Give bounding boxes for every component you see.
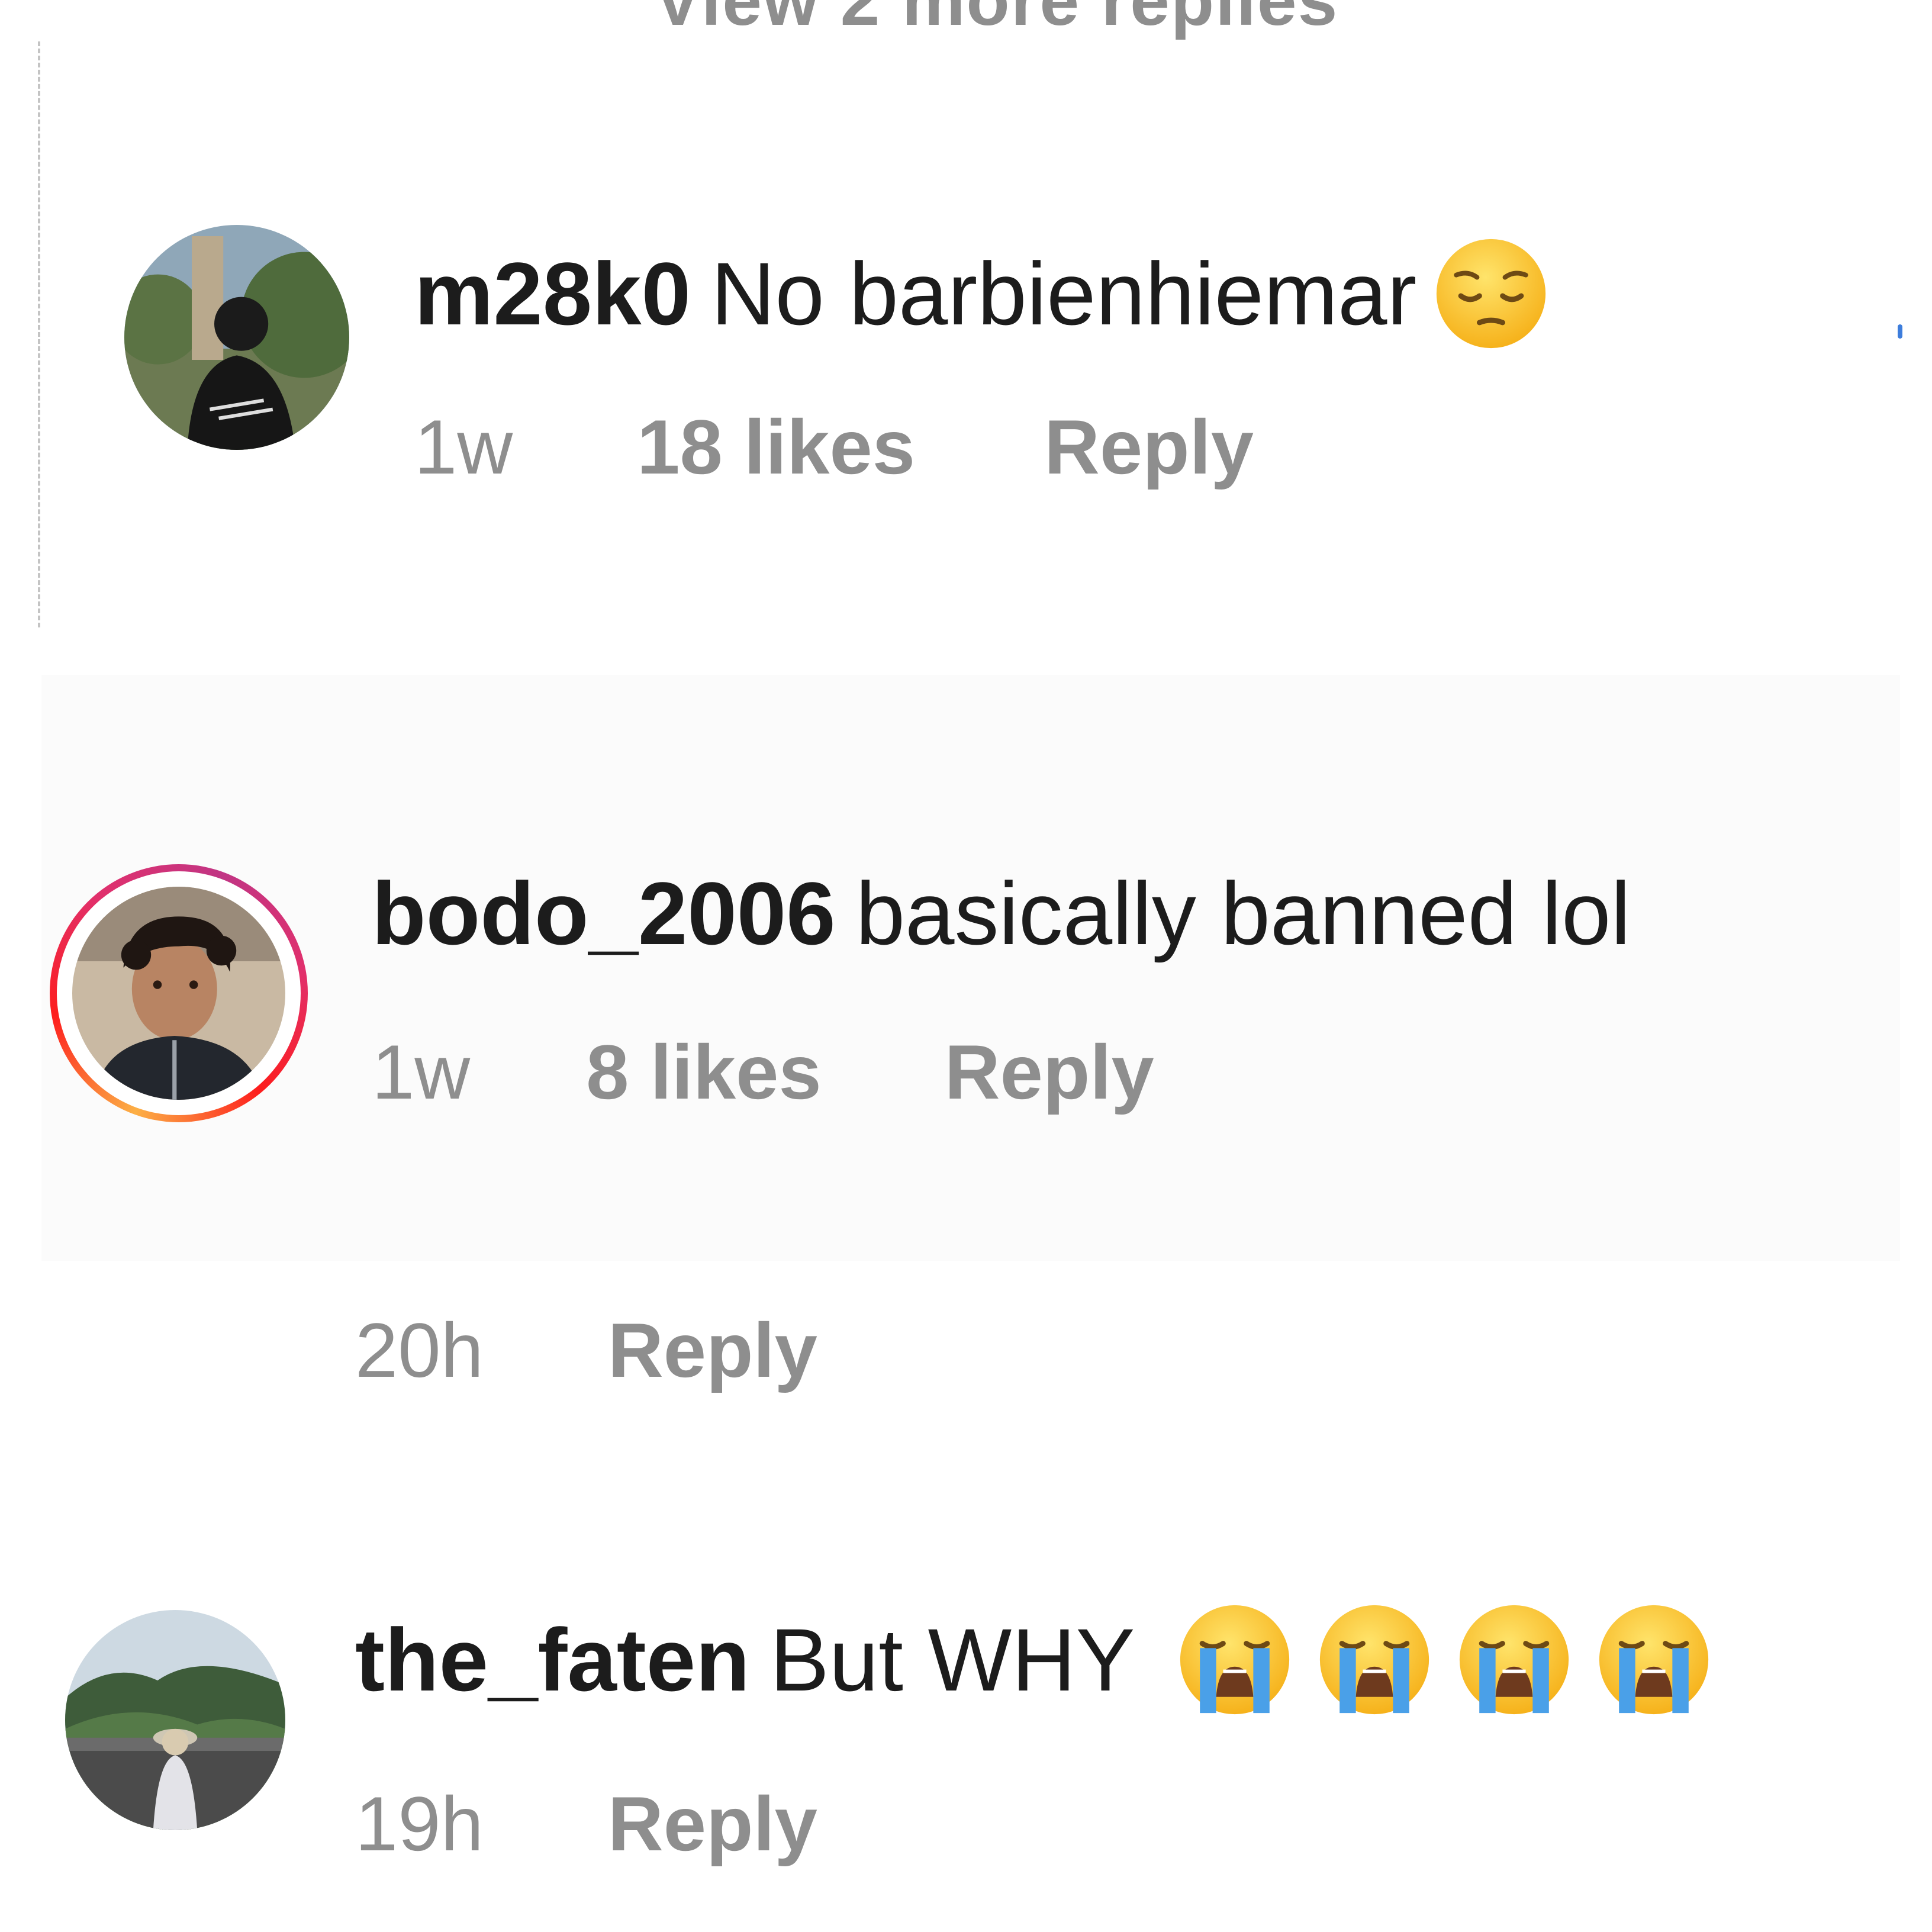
reply-button[interactable]: Reply <box>945 1033 1154 1110</box>
crying-face-icon <box>1316 1602 1432 1718</box>
avatar-the_faten[interactable] <box>65 1610 285 1830</box>
reply-button[interactable]: Reply <box>1044 408 1254 485</box>
comment-time: 1w <box>372 1029 471 1115</box>
crying-face-icon <box>1596 1602 1712 1718</box>
comment-text: basically banned lol <box>855 864 1631 963</box>
reply-button[interactable]: Reply <box>608 1312 817 1389</box>
comment-row-1: m28k0 No barbienhiemar <box>414 236 1549 352</box>
comment-row-2: bodo_2006 basically banned lol <box>372 869 1631 958</box>
comment-username[interactable]: m28k0 <box>414 249 691 338</box>
crying-face-icon <box>1456 1602 1572 1718</box>
avatar-image <box>65 1610 285 1830</box>
crying-face-icon <box>1177 1602 1293 1718</box>
view-more-replies-link[interactable]: View 2 more replies <box>654 0 1471 41</box>
edge-indicator <box>1898 324 1902 339</box>
avatar-m28k0[interactable] <box>124 225 349 450</box>
avatar-image <box>72 887 285 1100</box>
comment-meta-3: 20h Reply <box>355 1312 817 1389</box>
comment-time: 1w <box>414 404 513 490</box>
avatar-bodo_2006[interactable] <box>72 887 285 1100</box>
comment-meta-4: 19h Reply <box>355 1785 817 1862</box>
reply-thread-line <box>38 41 40 627</box>
comment-meta-1: 1w 18 likes Reply <box>414 408 1254 485</box>
comment-text: But WHY <box>769 1610 1135 1709</box>
comment-text: No barbienhiemar <box>711 244 1417 343</box>
comment-username[interactable]: bodo_2006 <box>372 869 836 958</box>
comment-time: 20h <box>355 1307 484 1393</box>
highlighted-comment-bg <box>41 675 1900 1261</box>
comment-row-4: the_faten But WHY <box>355 1602 1712 1718</box>
reply-button[interactable]: Reply <box>608 1785 817 1862</box>
comment-username[interactable]: the_faten <box>355 1615 750 1704</box>
avatar-image <box>124 225 349 450</box>
comment-time: 19h <box>355 1780 484 1867</box>
pensive-face-icon <box>1433 236 1549 352</box>
likes-count[interactable]: 18 likes <box>637 408 915 485</box>
comment-meta-2: 1w 8 likes Reply <box>372 1033 1154 1110</box>
likes-count[interactable]: 8 likes <box>586 1033 822 1110</box>
